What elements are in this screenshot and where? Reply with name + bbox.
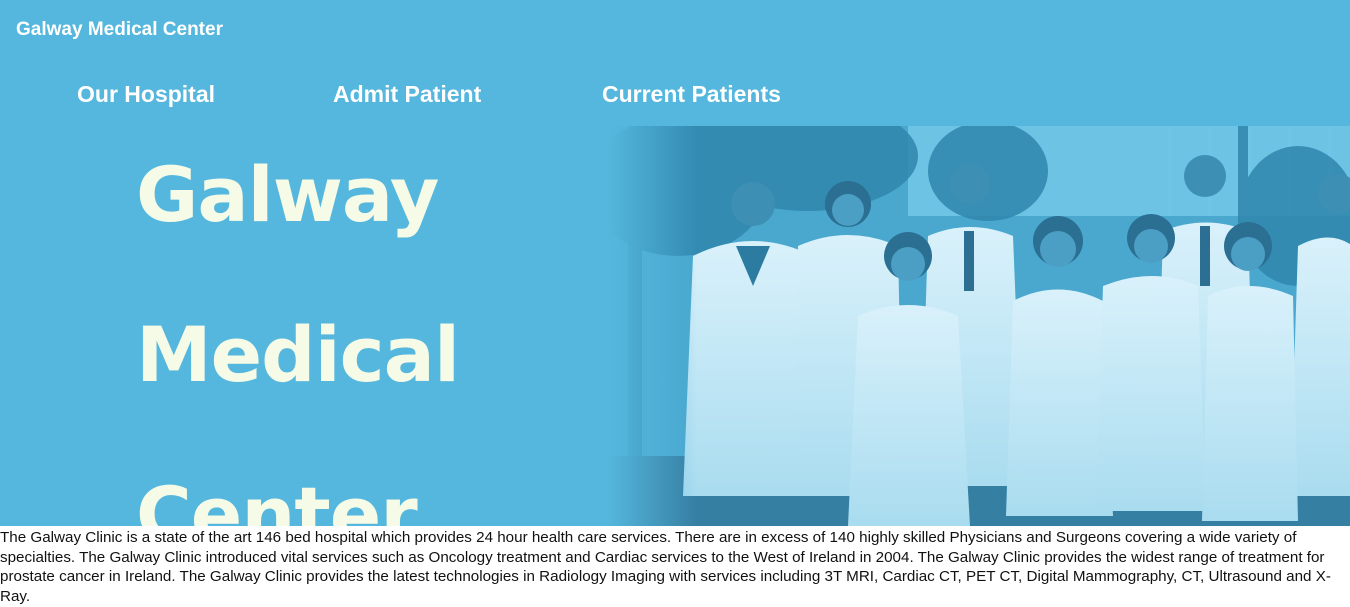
brand-link[interactable]: Galway Medical Center <box>16 18 223 42</box>
headline-line-3: Center <box>136 470 418 526</box>
page: Galway Medical Center Our Hospital Admit… <box>0 0 1350 607</box>
doctors-group-photo <box>608 126 1350 526</box>
nav-our-hospital[interactable]: Our Hospital <box>77 80 215 108</box>
nav-current-patients[interactable]: Current Patients <box>602 80 781 108</box>
hero-headline: Galway Medical Center <box>136 115 606 526</box>
headline-line-1: Galway <box>136 150 439 239</box>
doctors-photo-illustration <box>608 126 1350 526</box>
hero-banner: Galway Medical Center Our Hospital Admit… <box>0 0 1350 526</box>
nav-admit-patient[interactable]: Admit Patient <box>333 80 481 108</box>
headline-line-2: Medical <box>136 310 460 399</box>
hospital-description: The Galway Clinic is a state of the art … <box>0 529 1331 605</box>
